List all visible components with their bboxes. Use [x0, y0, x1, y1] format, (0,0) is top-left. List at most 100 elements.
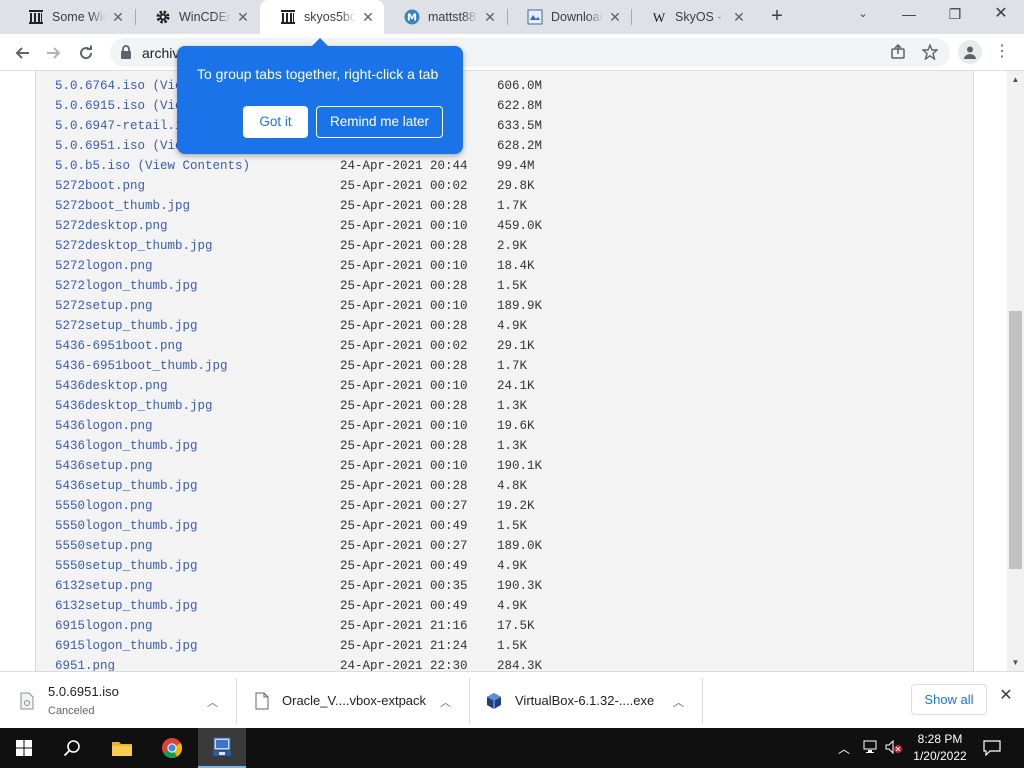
system-clock[interactable]: 8:28 PM 1/20/2022 [905, 731, 975, 765]
close-window-button[interactable]: ✕ [978, 0, 1024, 30]
file-date: 25-Apr-2021 00:49 [340, 599, 468, 613]
file-name: 5272boot.png [55, 179, 146, 193]
windows-start-icon[interactable] [0, 728, 48, 768]
tab-downloads[interactable]: Downloads ✕ [507, 0, 631, 34]
file-link[interactable]: 5272boot.png [55, 177, 145, 195]
remind-me-later-button[interactable]: Remind me later [316, 106, 443, 138]
close-icon[interactable]: ✕ [607, 9, 623, 25]
file-name: 5272setup.png [55, 299, 153, 313]
share-icon[interactable] [890, 43, 906, 63]
tab-some-windows[interactable]: Some Windows ✕ [8, 0, 134, 34]
close-icon[interactable]: ✕ [360, 9, 376, 25]
file-link[interactable]: 5436setup.png [55, 457, 153, 475]
file-link[interactable]: 6132setup_thumb.jpg [55, 597, 198, 615]
file-link[interactable]: 5550logon.png [55, 497, 153, 515]
clock-date: 1/20/2022 [913, 749, 967, 763]
file-explorer-icon[interactable] [98, 728, 146, 768]
file-link[interactable]: 5436logon.png [55, 417, 153, 435]
virtualbox-icon[interactable] [198, 728, 246, 768]
bookmark-star-icon[interactable] [921, 43, 939, 63]
file-link[interactable]: 6951.png [55, 657, 115, 671]
tab-mattst88[interactable]: M mattst88's ✕ [384, 0, 506, 34]
tab-search-chevron-icon[interactable]: ⌄ [840, 0, 886, 30]
minimize-button[interactable]: — [886, 0, 932, 30]
tab-wincdemu[interactable]: WinCDEmu ✕ [135, 0, 259, 34]
scroll-down-arrow-icon[interactable]: ▼ [1007, 654, 1024, 671]
tab-skyos5bc[interactable]: skyos5bc directory ✕ [260, 0, 384, 34]
reload-button[interactable] [72, 39, 100, 67]
file-link[interactable]: 5272logon_thumb.jpg [55, 277, 198, 295]
file-link[interactable]: 5272setup.png [55, 297, 153, 315]
file-date: 25-Apr-2021 00:28 [340, 439, 468, 453]
search-icon[interactable] [48, 728, 96, 768]
file-name: 5.0.6915.iso [55, 99, 146, 113]
chrome-icon[interactable] [148, 728, 196, 768]
file-size: 99.4M [497, 159, 535, 173]
view-contents-link[interactable]: (View Contents) [138, 159, 251, 173]
file-link[interactable]: 5436logon_thumb.jpg [55, 437, 198, 455]
file-date: 25-Apr-2021 00:02 [340, 179, 468, 193]
file-link[interactable]: 5550setup_thumb.jpg [55, 557, 198, 575]
file-link[interactable]: 5436desktop.png [55, 377, 168, 395]
file-link[interactable]: 5550logon_thumb.jpg [55, 517, 198, 535]
file-name: 5550logon.png [55, 499, 153, 513]
file-link[interactable]: 5272setup_thumb.jpg [55, 317, 198, 335]
scroll-up-arrow-icon[interactable]: ▲ [1007, 71, 1024, 88]
file-size: 1.3K [497, 439, 528, 453]
download-item[interactable]: VirtualBox-6.1.32-....exe ︿ [470, 678, 703, 724]
notification-center-icon[interactable] [983, 740, 1001, 759]
person-icon [964, 46, 976, 59]
file-link[interactable]: 5272boot_thumb.jpg [55, 197, 190, 215]
file-link[interactable]: 5272desktop_thumb.jpg [55, 237, 213, 255]
download-item[interactable]: 5.0.6951.iso Canceled ︿ [0, 678, 237, 724]
close-icon[interactable]: ✕ [998, 688, 1014, 704]
tab-title: Some Windows [52, 10, 106, 24]
close-icon[interactable]: ✕ [110, 9, 126, 25]
tab-skyos-wiki[interactable]: W SkyOS - Wiki ✕ [631, 0, 755, 34]
download-status: Canceled [48, 705, 95, 717]
close-icon[interactable]: ✕ [731, 9, 747, 25]
file-name: 5436-6951boot_thumb.jpg [55, 359, 228, 373]
menu-dots-icon[interactable]: ⋮ [994, 41, 1010, 63]
file-size: 1.5K [497, 639, 528, 653]
file-link[interactable]: 6915logon.png [55, 617, 153, 635]
forward-button[interactable] [40, 39, 68, 67]
file-link[interactable]: 5436-6951boot.png [55, 337, 183, 355]
download-shelf: 5.0.6951.iso Canceled ︿ Oracle_V....vbox… [0, 671, 1024, 728]
file-link[interactable]: 5272desktop.png [55, 217, 168, 235]
chevron-up-icon[interactable]: ︿ [673, 694, 684, 710]
file-link[interactable]: 6915logon_thumb.jpg [55, 637, 198, 655]
new-tab-button[interactable]: + [765, 5, 789, 29]
file-name: 6132setup_thumb.jpg [55, 599, 198, 613]
download-item[interactable]: Oracle_V....vbox-extpack ︿ [237, 678, 470, 724]
got-it-button[interactable]: Got it [243, 106, 308, 138]
file-name: 5436desktop.png [55, 379, 168, 393]
file-link[interactable]: 5.0.b5.iso (View Contents) [55, 157, 250, 175]
file-link[interactable]: 5436-6951boot_thumb.jpg [55, 357, 228, 375]
file-name: 5.0.b5.iso [55, 159, 131, 173]
file-link[interactable]: 5272logon.png [55, 257, 153, 275]
page-content: 5.0.6764.iso (View Contents) 606.0M 5.0.69… [0, 71, 1024, 671]
reload-icon [80, 45, 93, 60]
show-all-button[interactable]: Show all [911, 684, 987, 715]
close-icon[interactable]: ✕ [482, 9, 498, 25]
network-icon[interactable] [862, 740, 878, 757]
chevron-up-icon[interactable]: ︿ [207, 694, 218, 710]
file-link[interactable]: 5436desktop_thumb.jpg [55, 397, 213, 415]
file-link[interactable]: 5550setup.png [55, 537, 153, 555]
file-link[interactable]: 5436setup_thumb.jpg [55, 477, 198, 495]
show-hidden-icons-chevron-icon[interactable]: ︿ [838, 740, 850, 757]
file-date: 25-Apr-2021 00:28 [340, 279, 468, 293]
scroll-thumb[interactable] [1009, 311, 1022, 569]
page-icon [527, 9, 543, 25]
close-icon[interactable]: ✕ [235, 9, 251, 25]
back-button[interactable] [8, 39, 36, 67]
lock-icon[interactable] [120, 45, 132, 62]
volume-muted-icon[interactable] [885, 739, 903, 757]
restore-button[interactable]: ❐ [932, 0, 978, 30]
profile-avatar[interactable] [958, 40, 982, 64]
vertical-scrollbar[interactable]: ▲ ▼ [1007, 71, 1024, 671]
file-name: 5550setup_thumb.jpg [55, 559, 198, 573]
chevron-up-icon[interactable]: ︿ [440, 694, 451, 710]
file-link[interactable]: 6132setup.png [55, 577, 153, 595]
